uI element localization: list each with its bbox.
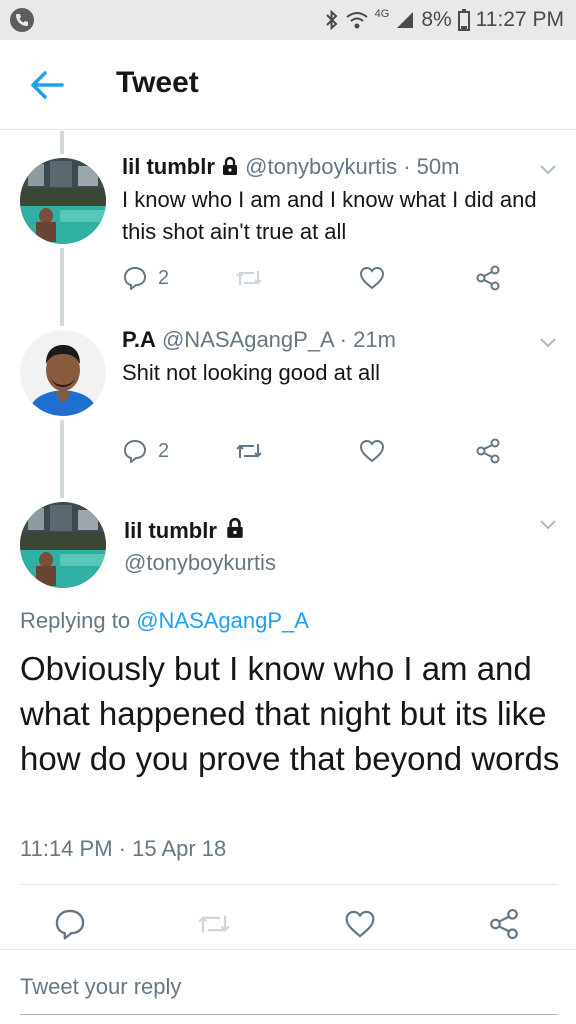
author-handle[interactable]: @tonyboykurtis	[245, 154, 397, 179]
separator: ·	[333, 327, 354, 352]
like-button[interactable]	[340, 904, 380, 944]
author-name[interactable]: P.A	[122, 327, 156, 352]
signal-icon	[395, 10, 415, 30]
status-bar: 4G 8% 11:27 PM	[0, 0, 576, 40]
retweet-icon	[236, 444, 262, 458]
tweet-header: P.A @NASAgangP_A · 21m	[122, 327, 396, 353]
author-name-row: lil tumblr	[124, 517, 245, 545]
share-button[interactable]	[484, 904, 524, 944]
separator: ·	[397, 154, 417, 179]
author-handle[interactable]: @tonyboykurtis	[124, 550, 276, 576]
like-button[interactable]	[358, 263, 386, 293]
tweet-timestamp: 11:14 PM · 15 Apr 18	[20, 836, 227, 861]
retweet-button[interactable]	[194, 904, 234, 944]
share-icon	[476, 438, 500, 464]
tweet-text: I know who I am and I know what I did an…	[122, 187, 537, 244]
retweet-button[interactable]	[234, 436, 264, 466]
replying-prefix: Replying to	[20, 608, 137, 633]
thread-line	[60, 131, 64, 154]
heart-icon	[345, 910, 375, 938]
reply-count: 2	[158, 266, 170, 289]
lock-icon	[225, 517, 245, 545]
focus-tweet-actions	[0, 904, 576, 944]
reply-button[interactable]: 2	[122, 263, 169, 293]
retweet-button[interactable]	[234, 263, 264, 293]
divider	[0, 949, 576, 950]
author-handle[interactable]: @NASAgangP_A	[162, 327, 334, 352]
reply-icon	[124, 440, 146, 463]
author-name[interactable]: lil tumblr	[124, 518, 217, 544]
thread-line	[60, 420, 64, 498]
reply-input[interactable]: Tweet your reply	[20, 974, 181, 1000]
phone-icon	[10, 8, 34, 32]
wifi-icon	[345, 10, 369, 30]
tweet-text: Shit not looking good at all	[122, 360, 381, 385]
clock: 11:27 PM	[475, 8, 564, 31]
chevron-down-icon[interactable]	[538, 163, 558, 177]
tweet-time[interactable]: 50m	[417, 154, 460, 179]
thread-line	[60, 248, 64, 326]
battery-percent: 8%	[421, 8, 452, 31]
avatar[interactable]	[20, 330, 106, 416]
author-name[interactable]: lil tumblr	[122, 154, 215, 179]
tweet-text: Obviously but I know who I am and what h…	[20, 650, 560, 777]
share-button[interactable]	[474, 263, 502, 293]
battery-icon	[457, 9, 470, 31]
tweet-actions: 2	[122, 263, 512, 293]
retweet-icon	[198, 915, 230, 933]
avatar[interactable]	[20, 158, 106, 244]
mention-link[interactable]: @NASAgangP_A	[136, 608, 309, 633]
app-header: Tweet	[0, 40, 576, 130]
chevron-down-icon[interactable]	[538, 336, 558, 350]
tweet-time[interactable]: 21m	[353, 327, 396, 352]
reply-icon	[124, 267, 146, 290]
back-arrow-icon[interactable]	[30, 70, 64, 100]
replying-to: Replying to @NASAgangP_A	[20, 608, 309, 634]
heart-icon	[359, 439, 385, 463]
reply-count: 2	[158, 439, 170, 462]
reply-button[interactable]: 2	[122, 436, 169, 466]
tweet-actions: 2	[122, 436, 512, 466]
reply-icon	[55, 909, 85, 940]
share-icon	[476, 265, 500, 291]
avatar[interactable]	[20, 502, 106, 588]
bluetooth-icon	[325, 9, 339, 31]
share-icon	[490, 908, 518, 940]
lock-icon	[221, 156, 239, 182]
chevron-down-icon[interactable]	[538, 518, 558, 532]
tweet-header: lil tumblr @tonyboykurtis · 50m	[122, 154, 459, 182]
divider	[20, 884, 558, 885]
reply-input-underline	[20, 1014, 558, 1015]
retweet-icon	[236, 271, 262, 285]
reply-button[interactable]	[50, 904, 90, 944]
page-title: Tweet	[116, 66, 199, 99]
network-label: 4G	[374, 8, 390, 20]
like-button[interactable]	[358, 436, 386, 466]
share-button[interactable]	[474, 436, 502, 466]
heart-icon	[359, 266, 385, 290]
status-icons: 4G 8% 11:27 PM	[325, 6, 564, 34]
